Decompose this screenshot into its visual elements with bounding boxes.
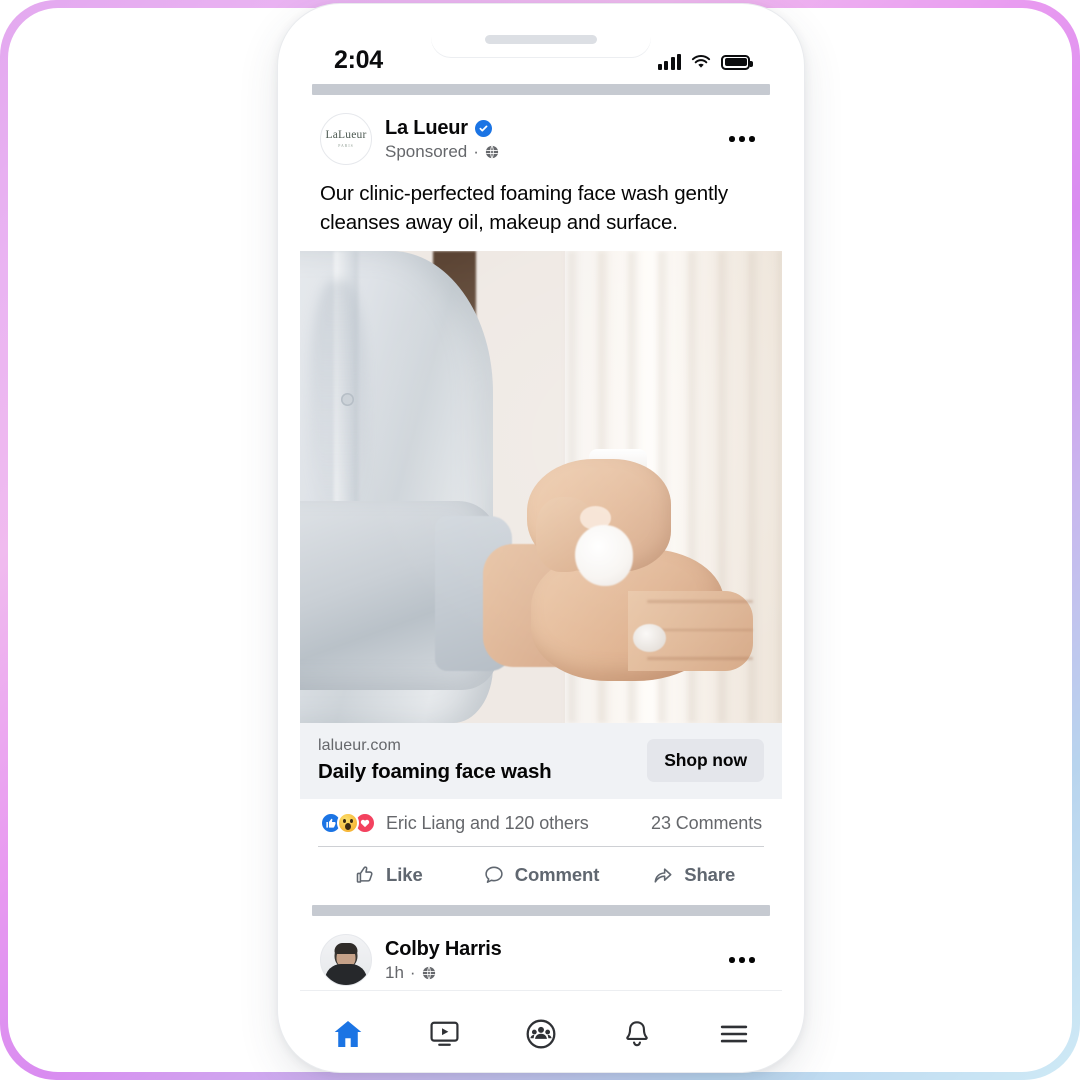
link-preview-card[interactable]: lalueur.com Daily foaming face wash Shop… xyxy=(300,723,782,800)
comments-count[interactable]: 23 Comments xyxy=(651,813,762,834)
like-label: Like xyxy=(386,864,423,886)
post-meta: La Lueur Sponsored · xyxy=(385,117,722,162)
next-post: Colby Harris 1h · xyxy=(300,916,782,990)
meta-separator: · xyxy=(473,141,479,161)
hamburger-menu-icon xyxy=(720,1025,748,1042)
bell-icon xyxy=(626,1020,649,1046)
groups-icon xyxy=(526,1019,556,1048)
link-domain: lalueur.com xyxy=(318,737,401,755)
phone-screen: 2:04 LaLueur PARIS La Lueur Sponsored · … xyxy=(300,26,782,1050)
avatar-logo-text: LaLueur xyxy=(325,129,367,141)
reactions-row: Eric Liang and 120 others 23 Comments xyxy=(300,799,782,846)
post-timestamp: 1h xyxy=(385,962,404,982)
like-button[interactable]: Like xyxy=(312,856,465,894)
post-actions: Like Comment Share xyxy=(300,847,782,905)
comment-bubble-icon xyxy=(485,866,503,883)
speaker-grille xyxy=(485,35,597,44)
post-header: LaLueur PARIS La Lueur Sponsored · xyxy=(300,95,782,177)
sponsored-label: Sponsored xyxy=(385,141,468,161)
next-post-author-name[interactable]: Colby Harris xyxy=(385,938,502,961)
nav-home[interactable] xyxy=(300,991,396,1050)
next-post-name-row: Colby Harris xyxy=(385,938,722,961)
avatar-body xyxy=(325,964,367,986)
share-label: Share xyxy=(684,864,736,886)
avatar[interactable]: LaLueur PARIS xyxy=(320,113,372,165)
feed-separator-bottom xyxy=(312,905,770,917)
status-icons xyxy=(657,53,753,70)
link-preview-text: lalueur.com Daily foaming face wash xyxy=(318,736,647,785)
post-body-text: Our clinic-perfected foaming face wash g… xyxy=(320,182,729,235)
avatar-logo-subtext: PARIS xyxy=(338,144,354,148)
battery-full-icon xyxy=(721,54,753,70)
nav-watch[interactable] xyxy=(396,991,492,1050)
video-icon xyxy=(430,1021,459,1046)
post-name-row: La Lueur xyxy=(385,117,722,140)
phone-device: 2:04 LaLueur PARIS La Lueur Sponsored · … xyxy=(278,4,804,1072)
thumbs-up-icon xyxy=(356,866,373,883)
gradient-frame: 2:04 LaLueur PARIS La Lueur Sponsored · … xyxy=(0,0,1080,1080)
nav-menu[interactable] xyxy=(686,991,782,1050)
avatar[interactable] xyxy=(320,934,372,987)
more-options-icon[interactable] xyxy=(722,943,762,977)
shop-now-button[interactable]: Shop now xyxy=(647,739,764,783)
next-post-meta: Colby Harris 1h · xyxy=(385,938,722,983)
link-title: Daily foaming face wash xyxy=(318,760,552,784)
wifi-icon xyxy=(691,54,711,68)
meta-separator: · xyxy=(409,962,416,982)
cellular-signal-icon xyxy=(657,53,681,70)
nav-notifications[interactable] xyxy=(589,991,685,1050)
reaction-icons[interactable] xyxy=(320,812,376,835)
home-icon xyxy=(334,1020,362,1047)
news-feed[interactable]: LaLueur PARIS La Lueur Sponsored · Our c… xyxy=(300,84,782,990)
bottom-navigation xyxy=(300,990,782,1050)
share-arrow-icon xyxy=(654,868,672,883)
comment-button[interactable]: Comment xyxy=(465,856,618,894)
next-post-subtitle: 1h · xyxy=(385,963,722,983)
phone-notch xyxy=(431,26,651,57)
post-subtitle: Sponsored · xyxy=(385,142,722,162)
feed-separator-top xyxy=(312,84,770,95)
globe-icon xyxy=(485,145,499,158)
wow-reaction-icon xyxy=(337,812,359,835)
image-highlight xyxy=(300,251,782,724)
sponsored-post: LaLueur PARIS La Lueur Sponsored · Our c… xyxy=(300,95,782,906)
globe-icon xyxy=(422,966,435,979)
status-time: 2:04 xyxy=(334,45,383,74)
verified-badge-icon xyxy=(474,119,492,137)
post-image[interactable] xyxy=(300,251,782,724)
post-author-name[interactable]: La Lueur xyxy=(385,117,468,140)
avatar-hair xyxy=(334,943,358,955)
nav-groups[interactable] xyxy=(493,991,589,1050)
next-post-header: Colby Harris 1h · xyxy=(300,916,782,990)
more-options-icon[interactable] xyxy=(722,122,762,156)
comment-label: Comment xyxy=(514,864,600,886)
reactions-summary[interactable]: Eric Liang and 120 others xyxy=(386,813,651,834)
share-button[interactable]: Share xyxy=(617,856,770,894)
